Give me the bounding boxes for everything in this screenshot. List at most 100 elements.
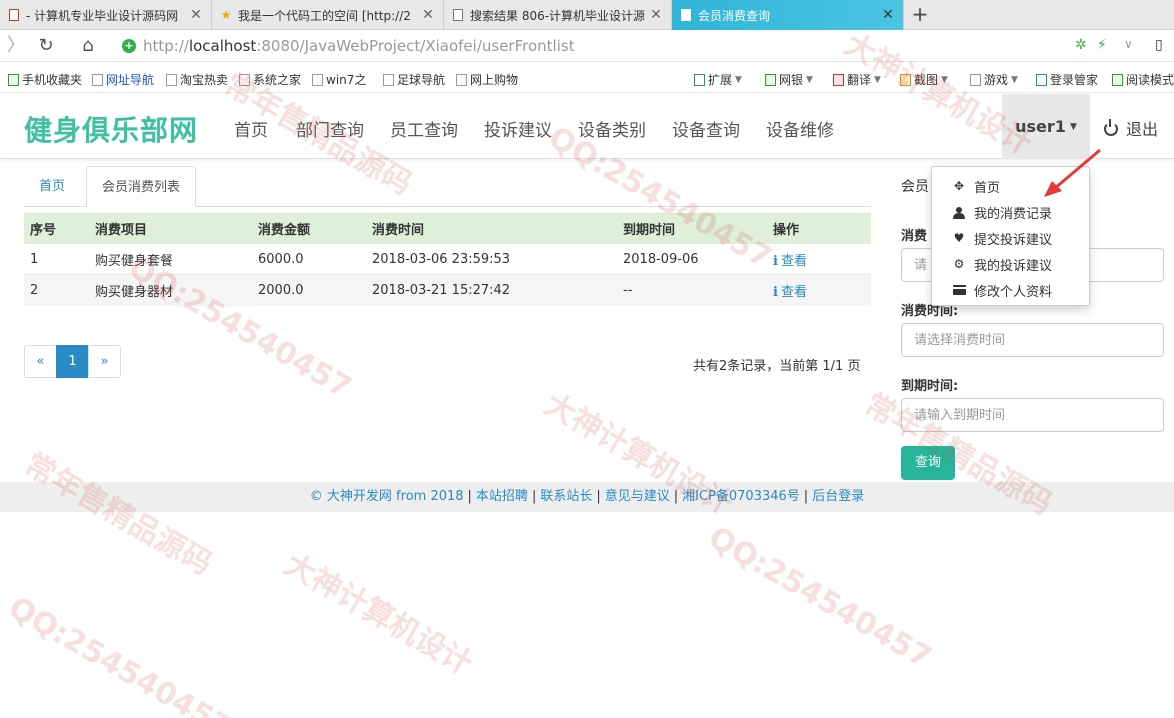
cell-time: 2018-03-06 23:59:53	[366, 243, 617, 275]
bookmark-item[interactable]: 网址导航	[92, 71, 154, 88]
browser-tab[interactable]: 搜索结果 806-计算机毕业设计源 ✕	[444, 0, 672, 30]
translate-icon	[833, 73, 844, 86]
bookmark-item[interactable]: 足球导航	[383, 71, 445, 88]
table-row: 2 购买健身器材 2000.0 2018-03-21 15:27:42 -- i…	[24, 274, 871, 306]
gamepad-icon	[970, 73, 981, 86]
close-icon[interactable]: ✕	[649, 7, 663, 23]
close-icon[interactable]: ✕	[881, 7, 895, 23]
lightning-icon[interactable]: ⚡	[1097, 37, 1107, 53]
menu-item-my-complaints[interactable]: ⚙ 我的投诉建议	[932, 251, 1089, 277]
back-icon[interactable]: 〉	[4, 34, 28, 58]
footer-link[interactable]: 后台登录	[812, 489, 864, 504]
phone-icon	[8, 73, 19, 86]
close-icon[interactable]: ✕	[421, 7, 435, 23]
reload-icon[interactable]: ↻	[34, 34, 58, 58]
logout-link[interactable]: 退出	[1104, 116, 1158, 140]
shield-icon	[765, 73, 776, 86]
bookmark-item[interactable]: 登录管家	[1036, 71, 1098, 88]
page-icon	[92, 73, 103, 86]
scissors-icon	[900, 73, 911, 86]
chevron-down-icon[interactable]: ∨	[1124, 37, 1133, 51]
new-tab-button[interactable]: +	[908, 4, 932, 26]
cell-expire: 2018-09-06	[617, 243, 767, 275]
search-panel-title: 会员	[901, 179, 929, 195]
watermark-text: QQ:254540457	[2, 590, 238, 718]
url-field[interactable]: http://localhost:8080/JavaWebProject/Xia…	[143, 37, 575, 55]
bookmark-item[interactable]: 系统之家	[239, 71, 301, 88]
column-header: 序号	[24, 213, 89, 244]
expire-time-input[interactable]	[901, 398, 1164, 432]
footer-link[interactable]: 湘ICP备0703346号	[682, 489, 800, 504]
site-brand[interactable]: 健身俱乐部网	[24, 109, 198, 149]
browser-tab-title: 会员消费查询	[698, 8, 771, 23]
browser-tab[interactable]: ★ 我是一个代码工的空间 [http://2 ✕	[212, 0, 444, 30]
page-icon	[680, 8, 692, 22]
power-icon	[1104, 119, 1118, 136]
bookmark-item[interactable]: 手机收藏夹	[8, 71, 82, 88]
bookmark-item[interactable]: win7之	[312, 71, 366, 88]
query-button[interactable]: 查询	[901, 446, 955, 480]
close-icon[interactable]: ✕	[189, 7, 203, 23]
bookmark-item[interactable]: 扩展 ▼	[694, 71, 742, 88]
move-icon: ✥	[953, 179, 965, 193]
column-header: 消费项目	[89, 213, 252, 244]
home-icon[interactable]: ⌂	[76, 34, 100, 58]
pagination: « 1 »	[24, 345, 121, 378]
bookmark-item[interactable]: 游戏 ▼	[970, 71, 1018, 88]
footer-link[interactable]: 联系站长	[540, 489, 592, 504]
bookmarks-bar: 手机收藏夹 网址导航 淘宝热卖 系统之家 win7之 足球导航 网上购物 扩展 ▼…	[0, 63, 1174, 93]
extension-icon[interactable]: ✲	[1075, 37, 1087, 53]
site-footer: © 大神开发网 from 2018 | 本站招聘 | 联系站长 | 意见与建议 | 湘ICP备0…	[0, 482, 1174, 512]
bookmark-item[interactable]: 网上购物	[456, 71, 518, 88]
chevron-down-icon: ▼	[806, 74, 813, 85]
consumption-time-input[interactable]	[901, 323, 1164, 357]
prev-page-button[interactable]: «	[24, 345, 57, 378]
view-link[interactable]: i 查看	[773, 254, 807, 269]
username: user1	[1015, 117, 1066, 136]
tab-consumption-list[interactable]: 会员消费列表	[86, 166, 197, 207]
page-button[interactable]: 1	[56, 345, 89, 378]
phone-icon[interactable]: ▯	[1155, 37, 1163, 53]
menu-item-edit-profile[interactable]: 修改个人资料	[932, 277, 1089, 303]
bookmark-item[interactable]: 阅读模式	[1112, 71, 1174, 88]
nav-equipment-query[interactable]: 设备查询	[672, 116, 740, 141]
chevron-down-icon: ▼	[941, 74, 948, 85]
annotation-arrow-icon	[1044, 148, 1101, 197]
menu-item-submit-complaint[interactable]: ♥ 提交投诉建议	[932, 225, 1089, 251]
nav-equipment-type[interactable]: 设备类别	[578, 116, 646, 141]
page-icon	[239, 73, 250, 86]
nav-home[interactable]: 首页	[234, 116, 268, 141]
nav-employee[interactable]: 员工查询	[390, 116, 458, 141]
view-link[interactable]: i 查看	[773, 285, 807, 300]
nav-complaint[interactable]: 投诉建议	[484, 116, 552, 141]
caret-down-icon: ▼	[1069, 122, 1077, 132]
menu-item-my-consumption[interactable]: 我的消费记录	[932, 199, 1089, 225]
browser-tab-bar: - 计算机专业毕业设计源码网 ✕ ★ 我是一个代码工的空间 [http://2 …	[0, 0, 1174, 30]
cog-icon: ⚙	[953, 257, 965, 271]
site-header: 健身俱乐部网 首页 部门查询 员工查询 投诉建议 设备类别 设备查询 设备维修 …	[0, 94, 1174, 159]
next-page-button[interactable]: »	[88, 345, 121, 378]
bookmark-item[interactable]: 截图 ▼	[900, 71, 948, 88]
nav-department[interactable]: 部门查询	[296, 116, 364, 141]
watermark-text: QQ:254540457	[702, 520, 938, 676]
cell-amount: 2000.0	[252, 274, 366, 306]
browser-tab-active[interactable]: 会员消费查询 ✕	[672, 0, 904, 30]
footer-link[interactable]: 本站招聘	[476, 489, 528, 504]
page-icon	[456, 73, 467, 86]
cell-amount: 6000.0	[252, 243, 366, 275]
bookmark-item[interactable]: 淘宝热卖	[166, 71, 228, 88]
bookmark-item[interactable]: 翻译 ▼	[833, 71, 881, 88]
star-icon: ★	[220, 8, 232, 22]
tab-home[interactable]: 首页	[24, 166, 80, 207]
secure-icon: +	[122, 39, 136, 53]
page-icon	[383, 73, 394, 86]
column-header: 消费金额	[252, 213, 366, 244]
browser-tab[interactable]: - 计算机专业毕业设计源码网 ✕	[0, 0, 212, 30]
footer-link[interactable]: 意见与建议	[605, 489, 670, 504]
nav-equipment-repair[interactable]: 设备维修	[766, 116, 834, 141]
bookmark-item[interactable]: 网银 ▼	[765, 71, 813, 88]
consumption-item-label: 消费	[901, 229, 928, 244]
chevron-down-icon: ▼	[1011, 74, 1018, 85]
cell-item: 购买健身套餐	[89, 243, 252, 275]
column-header: 操作	[767, 213, 871, 244]
